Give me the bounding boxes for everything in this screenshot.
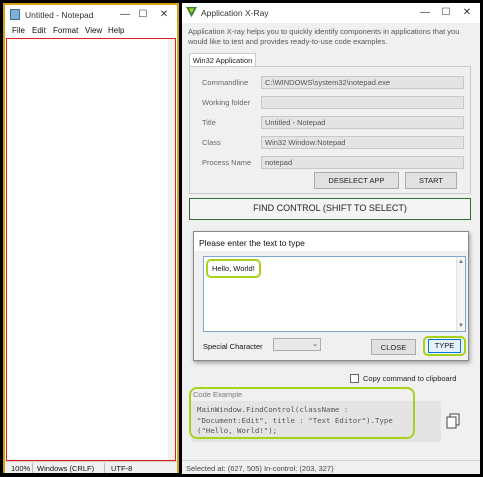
xray-window: Application X-Ray — ☐ ✕ Application X-ra… xyxy=(182,3,480,474)
status-divider xyxy=(32,463,33,473)
xray-logo-icon xyxy=(186,7,197,18)
type-text-input[interactable]: Hello, World! ▲ ▼ xyxy=(203,256,466,332)
process-name-field[interactable]: notepad xyxy=(261,156,464,169)
close-icon[interactable]: ✕ xyxy=(460,6,474,19)
scroll-up-icon[interactable]: ▲ xyxy=(457,258,465,266)
dialog-text-scrollbar[interactable]: ▲ ▼ xyxy=(456,257,465,331)
special-character-label: Special Character xyxy=(203,342,263,351)
find-control-button[interactable]: FIND CONTROL (SHIFT TO SELECT) xyxy=(189,198,471,220)
menu-format[interactable]: Format xyxy=(53,26,78,35)
copy-to-clipboard-label: Copy command to clipboard xyxy=(363,374,457,383)
field-label-working-folder: Working folder xyxy=(202,98,251,107)
copy-icon[interactable] xyxy=(446,413,460,429)
dialog-title: Please enter the text to type xyxy=(199,238,305,248)
code-example-highlight xyxy=(189,387,415,439)
copy-to-clipboard-checkbox[interactable] xyxy=(350,374,359,383)
notepad-window: Untitled - Notepad — ☐ ✕ File Edit Forma… xyxy=(3,3,179,473)
special-character-select[interactable]: ⌄ xyxy=(273,338,321,351)
chevron-down-icon: ⌄ xyxy=(312,341,318,348)
dialog-close-button[interactable]: CLOSE xyxy=(371,339,416,355)
minimize-icon[interactable]: — xyxy=(418,6,432,19)
status-divider xyxy=(104,463,105,473)
start-button[interactable]: START xyxy=(405,172,457,189)
tab-win32-application[interactable]: Win32 Application xyxy=(189,53,256,67)
type-button[interactable]: TYPE xyxy=(428,339,461,353)
xray-title: Application X-Ray xyxy=(201,8,269,18)
xray-description: Application X-ray helps you to quickly i… xyxy=(188,27,460,46)
type-text-dialog: Please enter the text to type Hello, Wor… xyxy=(193,231,469,361)
notepad-app-icon xyxy=(10,9,20,20)
dialog-header: Please enter the text to type xyxy=(194,232,468,251)
class-field[interactable]: Win32 Window:Notepad xyxy=(261,136,464,149)
status-zoom: 100% xyxy=(11,464,31,473)
xray-titlebar[interactable]: Application X-Ray — ☐ ✕ xyxy=(182,3,480,23)
maximize-icon[interactable]: ☐ xyxy=(439,6,453,19)
scroll-down-icon[interactable]: ▼ xyxy=(457,322,465,330)
notepad-text-area[interactable] xyxy=(6,38,176,461)
title-field[interactable]: Untitled - Notepad xyxy=(261,116,464,129)
xray-statusbar: Selected at: (627, 505) In-control: (203… xyxy=(182,460,480,474)
menu-help[interactable]: Help xyxy=(108,26,124,35)
field-label-process-name: Process Name xyxy=(202,158,252,167)
working-folder-field[interactable] xyxy=(261,96,464,109)
menu-file[interactable]: File xyxy=(12,26,25,35)
notepad-menubar: File Edit Format View Help xyxy=(5,24,177,38)
commandline-field[interactable]: C:\WINDOWS\system32\notepad.exe xyxy=(261,76,464,89)
notepad-scrollbar[interactable] xyxy=(168,39,175,460)
field-label-title: Title xyxy=(202,118,216,127)
notepad-titlebar[interactable]: Untitled - Notepad — ☐ ✕ xyxy=(5,5,177,24)
maximize-icon[interactable]: ☐ xyxy=(136,8,150,21)
minimize-icon[interactable]: — xyxy=(118,8,132,21)
notepad-title: Untitled - Notepad xyxy=(25,10,94,20)
type-button-highlight: TYPE xyxy=(423,336,466,356)
status-encoding: UTF-8 xyxy=(111,464,133,473)
selected-coordinates-status: Selected at: (627, 505) In-control: (203… xyxy=(186,464,334,473)
close-icon[interactable]: ✕ xyxy=(157,8,171,21)
menu-view[interactable]: View xyxy=(85,26,102,35)
field-label-commandline: Commandline xyxy=(202,78,249,87)
notepad-statusbar: 100% Windows (CRLF) UTF-8 xyxy=(5,461,177,473)
type-text-value: Hello, World! xyxy=(206,259,261,278)
field-label-class: Class xyxy=(202,138,221,147)
status-line-ending: Windows (CRLF) xyxy=(37,464,95,473)
deselect-app-button[interactable]: DESELECT APP xyxy=(314,172,399,189)
win32-panel: Commandline C:\WINDOWS\system32\notepad.… xyxy=(189,66,471,194)
menu-edit[interactable]: Edit xyxy=(32,26,46,35)
